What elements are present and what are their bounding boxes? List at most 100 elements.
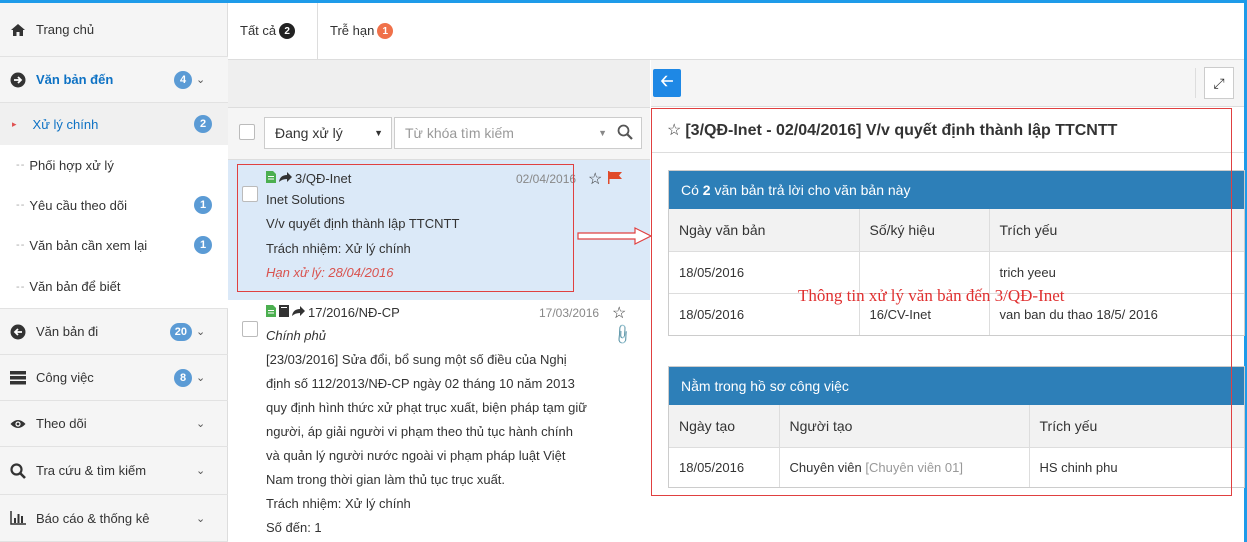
status-select-value: Đang xử lý [275,125,343,141]
caret-down-icon: ▼ [374,128,383,138]
divider [651,152,1244,153]
doc-summary-line: Nam trong thời gian làm thủ tục trục xuấ… [266,472,506,487]
chevron-down-icon: ⌄ [196,512,206,525]
doc-incoming-number: Số đến: 1 [266,520,322,535]
sidebar-subitem-label: Xử lý chính [32,116,99,132]
star-icon[interactable]: ☆ [612,303,626,323]
sidebar-subitem-main-processing[interactable]: ▸ Xử lý chính 2 [0,103,228,145]
sidebar-item-label: Văn bản đến [36,72,114,87]
list-toolbar [228,60,650,108]
replies-header-suffix: văn bản trả lời cho văn bản này [714,182,911,198]
sidebar-item-label: Theo dõi [36,416,87,431]
count-badge: 8 [174,368,192,387]
select-all-checkbox[interactable] [239,124,255,140]
detail-toolbar: 🡠 ⤢ [651,60,1244,107]
sidebar-item-label: Tra cứu & tìm kiếm [36,463,147,478]
expand-icon: ⤢ [1213,74,1225,91]
cell-summary-link[interactable]: HS chinh phu [1029,447,1244,487]
sidebar: Trang chủ Văn bản đến 4 ⌄ ▸ Xử lý chính … [0,3,228,542]
item-checkbox[interactable] [242,321,258,337]
sidebar-item-incoming[interactable]: Văn bản đến 4 ⌄ [0,57,228,103]
tree-dash: - - [16,199,24,211]
doc-org: Chính phủ [266,328,326,343]
column-header: Ngày văn bản [669,209,860,252]
sidebar-subitem-follow-request[interactable]: - - Yêu cầu theo dõi 1 [0,185,228,225]
table-header-row: Ngày tạo Người tạo Trích yếu [669,405,1244,448]
search-icon[interactable] [617,124,633,143]
detail-title: ☆ [3/QĐ-Inet - 02/04/2016] V/v quyết định… [667,120,1117,140]
sidebar-item-label: Văn bản đi [36,324,99,339]
tab-all[interactable]: Tất cả 2 [228,3,318,60]
column-header: Trích yếu [989,209,1244,252]
sidebar-item-reports[interactable]: Báo cáo & thống kê ⌄ [0,495,228,542]
search-input[interactable]: Từ khóa tìm kiếm ▼ [394,117,642,149]
sidebar-item-tasks[interactable]: Công việc 8 ⌄ [0,355,228,401]
filter-bar: Đang xử lý ▼ Từ khóa tìm kiếm ▼ [228,108,650,160]
replies-table: Ngày văn bản Số/ký hiệu Trích yếu 18/05/… [669,209,1244,335]
flag-icon[interactable] [608,171,622,187]
chevron-down-icon: ⌄ [196,418,206,430]
eye-icon [10,416,26,432]
star-icon[interactable]: ☆ [667,122,681,139]
sidebar-item-label: Báo cáo & thống kê [36,510,150,526]
attachment-icon[interactable]: 📎 [611,322,635,346]
highlight-box [237,164,574,292]
creator-note: [Chuyên viên 01] [865,459,963,475]
tab-count-badge: 1 [377,23,394,39]
tab-label: Tất cả [240,23,277,38]
back-button[interactable]: 🡠 [653,69,681,97]
arrow-circle-right-icon [10,72,26,88]
caret-right-icon: ▸ [12,118,17,129]
sidebar-subitem-review[interactable]: - - Văn bản cần xem lại 1 [0,225,228,265]
cell-date: 18/05/2016 [669,447,780,487]
expand-button[interactable]: ⤢ [1204,67,1234,99]
count-badge: 2 [194,115,212,133]
forward-icon [292,305,305,320]
chevron-down-icon: ⌄ [196,372,206,384]
tab-overdue[interactable]: Trễ hạn 1 [330,3,394,60]
home-icon [10,22,26,38]
creator-name: Chuyên viên [789,459,862,475]
search-placeholder: Từ khóa tìm kiếm [405,125,514,141]
replies-panel: Có 2 văn bản trả lời cho văn bản này Ngà… [668,170,1245,336]
table-row[interactable]: 18/05/2016 Chuyên viên [Chuyên viên 01] … [669,447,1244,487]
tasks-icon [10,370,26,386]
count-badge: 4 [174,70,192,89]
doc-summary-line: định số 112/2013/NĐ-CP ngày 02 tháng 10 … [266,376,575,391]
sidebar-item-home[interactable]: Trang chủ [0,3,228,57]
doc-summary-line: quy định hình thức xử phạt trục xuất, bi… [266,400,587,415]
sidebar-item-label: Trang chủ [36,22,95,37]
sidebar-item-follow[interactable]: Theo dõi ⌄ [0,401,228,447]
column-header: Trích yếu [1029,405,1244,448]
chevron-down-icon: ⌄ [196,465,206,477]
count-badge: 20 [169,322,192,341]
folder-table: Ngày tạo Người tạo Trích yếu 18/05/2016 … [669,405,1244,487]
status-select[interactable]: Đang xử lý ▼ [264,117,392,149]
tab-count-badge: 2 [279,23,296,39]
detail-title-text: [3/QĐ-Inet - 02/04/2016] V/v quyết định … [685,122,1118,139]
tab-label: Trễ hạn [330,23,375,38]
star-icon[interactable]: ☆ [588,169,602,189]
list-item[interactable]: 17/2016/NĐ-CP 17/03/2016 ☆ 📎 Chính phủ [… [228,300,650,542]
arrow-circle-left-icon [10,324,26,340]
doc-summary-line: và quản lý người nước ngoài vi phạm pháp… [266,448,566,463]
sidebar-item-outgoing[interactable]: Văn bản đi 20 ⌄ [0,309,228,355]
replies-count: 2 [702,182,711,198]
toolbar-divider [1195,68,1196,98]
replies-header-prefix: Có [681,182,699,198]
count-badge: 1 [194,196,212,214]
tab-bar: Tất cả 2 Trễ hạn 1 [228,3,1244,60]
chevron-down-icon: ⌄ [196,326,206,338]
doc-summary-line: người, áp giải người vi phạm theo thủ tụ… [266,424,573,439]
sidebar-item-search[interactable]: Tra cứu & tìm kiếm ⌄ [0,447,228,495]
tree-dash: - - [16,239,24,251]
bar-chart-icon [10,510,26,526]
column-header: Người tạo [779,405,1030,448]
doc-date: 17/03/2016 [539,306,600,320]
column-header: Ngày tạo [669,405,780,448]
sidebar-subitem-for-info[interactable]: - - Văn bản để biết [0,265,228,309]
doc-responsibility: Trách nhiệm: Xử lý chính [266,496,411,511]
arrow-left-icon: 🡠 [660,72,674,90]
sidebar-subitem-coordinate[interactable]: - - Phối hợp xử lý [0,145,228,185]
tree-dash: - - [16,280,24,293]
